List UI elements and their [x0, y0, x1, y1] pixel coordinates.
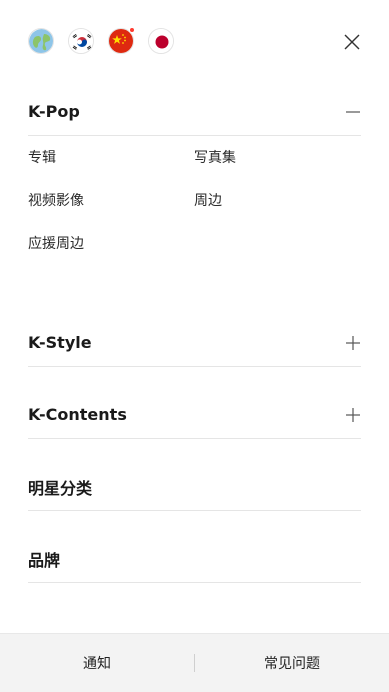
section-title: 品牌	[28, 550, 61, 570]
korea-flag-icon[interactable]	[68, 28, 94, 54]
submenu-item-photobooks[interactable]: 写真集	[194, 148, 360, 191]
section-title: K-Pop	[28, 102, 80, 121]
notice-link[interactable]: 通知	[0, 653, 194, 673]
language-selector	[28, 27, 174, 54]
section-header-kcontents[interactable]: K-Contents	[28, 391, 361, 439]
section-title: 明星分类	[28, 478, 93, 498]
submenu-item-video[interactable]: 视频影像	[28, 191, 194, 234]
submenu-item-fan-goods[interactable]: 应援周边	[28, 234, 194, 277]
japan-flag-icon[interactable]	[148, 28, 174, 54]
bottom-bar: 通知 常见问题	[0, 633, 389, 692]
section-header-brands[interactable]: 品牌	[28, 535, 361, 583]
mobile-menu-drawer: K-Pop 专辑 写真集 视频影像 周边 应援周边 K-Style K-Cont…	[0, 0, 389, 692]
globe-icon[interactable]	[28, 28, 54, 54]
china-flag-wrapper	[108, 27, 135, 54]
section-title: K-Contents	[28, 405, 127, 424]
section-header-stars[interactable]: 明星分类	[28, 463, 361, 511]
plus-icon[interactable]	[345, 407, 361, 423]
submenu-item-merch[interactable]: 周边	[194, 191, 360, 234]
section-header-kpop[interactable]: K-Pop	[28, 88, 361, 136]
plus-icon[interactable]	[345, 335, 361, 351]
submenu-item-albums[interactable]: 专辑	[28, 148, 194, 191]
minus-icon[interactable]	[345, 104, 361, 120]
section-kpop: K-Pop 专辑 写真集 视频影像 周边 应援周边	[28, 88, 361, 297]
top-bar	[0, 0, 389, 82]
category-menu: K-Pop 专辑 写真集 视频影像 周边 应援周边 K-Style K-Cont…	[28, 88, 361, 583]
faq-link[interactable]: 常见问题	[195, 653, 389, 673]
section-title: K-Style	[28, 333, 92, 352]
notification-dot	[129, 27, 135, 33]
kpop-submenu: 专辑 写真集 视频影像 周边 应援周边	[28, 136, 361, 297]
section-header-kstyle[interactable]: K-Style	[28, 319, 361, 367]
close-icon[interactable]	[342, 32, 362, 52]
